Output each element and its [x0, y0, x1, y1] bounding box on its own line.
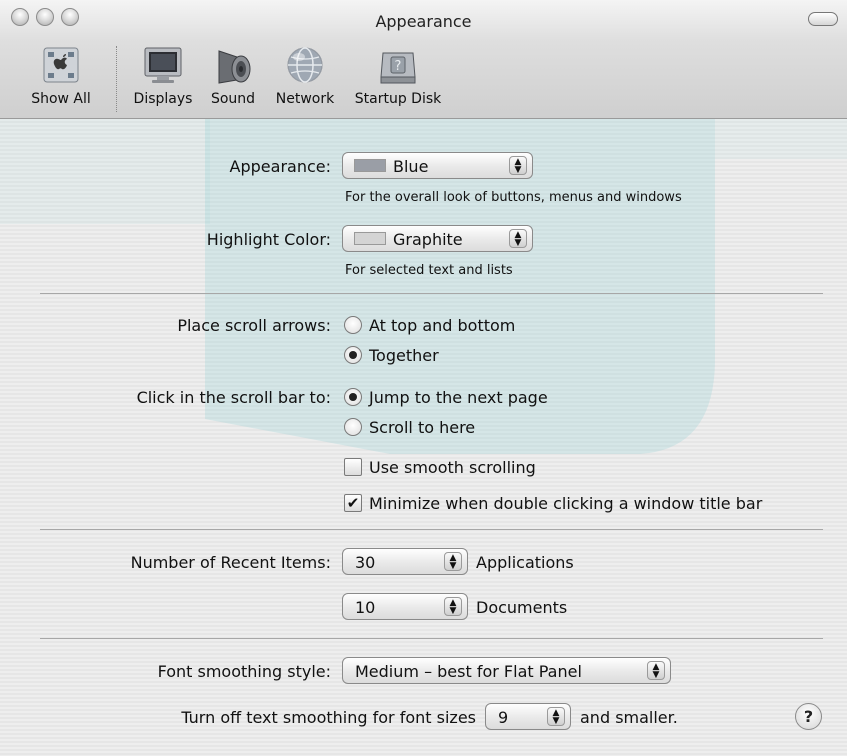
highlight-hint: For selected text and lists [345, 263, 513, 278]
radio-label-together[interactable]: Together [369, 346, 439, 365]
popup-arrows-icon: ▲ ▼ [647, 661, 665, 680]
popup-arrows-icon: ▲ ▼ [509, 229, 527, 248]
toolbar-label-show-all: Show All [31, 91, 91, 107]
highlight-value: Graphite [393, 230, 463, 249]
applications-label: Applications [476, 553, 574, 572]
font-smoothing-popup[interactable]: Medium – best for Flat Panel ▲ ▼ [342, 657, 671, 684]
text-smoothing-size-popup[interactable]: 9 ▲ ▼ [485, 703, 571, 730]
preferences-pane: Appearance: Blue ▲ ▼ For the overall look… [0, 119, 847, 756]
scroll-bar-click-label: Click in the scroll bar to: [136, 388, 331, 407]
help-icon: ? [803, 707, 814, 726]
svg-text:?: ? [395, 59, 402, 74]
radio-label-scroll-to-here[interactable]: Scroll to here [369, 418, 475, 437]
toolbar-toggle-button[interactable] [808, 12, 838, 26]
radio-label-at-top-and-bottom[interactable]: At top and bottom [369, 316, 515, 335]
appearance-hint: For the overall look of buttons, menus a… [345, 190, 682, 205]
toolbar-item-startup-disk[interactable]: ? Startup Disk [348, 44, 448, 107]
scroll-arrows-label: Place scroll arrows: [177, 316, 331, 335]
highlight-swatch [354, 232, 386, 245]
recent-documents-value: 10 [355, 598, 376, 617]
toolbar-label-displays: Displays [133, 91, 193, 107]
recent-items-label: Number of Recent Items: [130, 553, 331, 572]
toolbar-separator [116, 46, 117, 112]
recent-applications-popup[interactable]: 30 ▲ ▼ [342, 548, 468, 575]
text-smoothing-label: Turn off text smoothing for font sizes [181, 708, 476, 727]
font-smoothing-value: Medium – best for Flat Panel [355, 662, 582, 681]
toolbar-label-network: Network [275, 91, 335, 107]
recent-applications-value: 30 [355, 553, 376, 572]
window-title: Appearance [375, 12, 472, 31]
documents-label: Documents [476, 598, 568, 617]
toolbar-label-startup-disk: Startup Disk [354, 91, 442, 107]
speaker-icon [212, 44, 254, 86]
toolbar-label-sound: Sound [210, 91, 256, 107]
appearance-value: Blue [393, 157, 429, 176]
highlight-label: Highlight Color: [206, 230, 331, 249]
recent-documents-popup[interactable]: 10 ▲ ▼ [342, 593, 468, 620]
radio-at-top-and-bottom[interactable] [344, 316, 362, 334]
radio-label-jump-to-next-page[interactable]: Jump to the next page [369, 388, 548, 407]
checkmark-icon: ✔ [346, 494, 360, 512]
popup-arrows-icon: ▲ ▼ [444, 597, 462, 616]
radio-together[interactable] [344, 346, 362, 364]
radio-scroll-to-here[interactable] [344, 418, 362, 436]
toolbar-item-sound[interactable]: Sound [206, 44, 260, 107]
popup-arrows-icon: ▲ ▼ [509, 156, 527, 175]
radio-jump-to-next-page[interactable] [344, 388, 362, 406]
highlight-color-popup[interactable]: Graphite ▲ ▼ [342, 225, 533, 252]
appearance-popup[interactable]: Blue ▲ ▼ [342, 152, 533, 179]
hard-disk-icon: ? [377, 44, 419, 86]
title-bar[interactable]: Appearance [0, 0, 847, 42]
toolbar: Show All Displays Sound Network ? Startu… [0, 42, 847, 119]
popup-arrows-icon: ▲ ▼ [547, 707, 565, 726]
toolbar-item-network[interactable]: Network [270, 44, 340, 107]
smooth-scrolling-checkbox[interactable] [344, 458, 362, 476]
text-smoothing-size-value: 9 [498, 708, 509, 727]
minimize-double-click-checkbox[interactable]: ✔ [344, 494, 362, 512]
display-icon [142, 44, 184, 86]
section-divider [40, 293, 823, 294]
appearance-swatch [354, 159, 386, 172]
popup-arrows-icon: ▲ ▼ [444, 552, 462, 571]
toolbar-item-show-all[interactable]: Show All [24, 44, 98, 107]
smooth-scrolling-label[interactable]: Use smooth scrolling [369, 458, 536, 477]
text-smoothing-suffix: and smaller. [580, 708, 678, 727]
appearance-window: Appearance Show All Displays Sound Netwo… [0, 0, 847, 756]
section-divider [40, 529, 823, 530]
font-smoothing-label: Font smoothing style: [157, 662, 331, 681]
help-button[interactable]: ? [795, 703, 822, 730]
section-divider [40, 638, 823, 639]
minimize-double-click-label[interactable]: Minimize when double clicking a window t… [369, 494, 762, 513]
show-all-icon [40, 44, 82, 86]
globe-icon [284, 44, 326, 86]
appearance-label: Appearance: [229, 157, 331, 176]
toolbar-item-displays[interactable]: Displays [128, 44, 198, 107]
